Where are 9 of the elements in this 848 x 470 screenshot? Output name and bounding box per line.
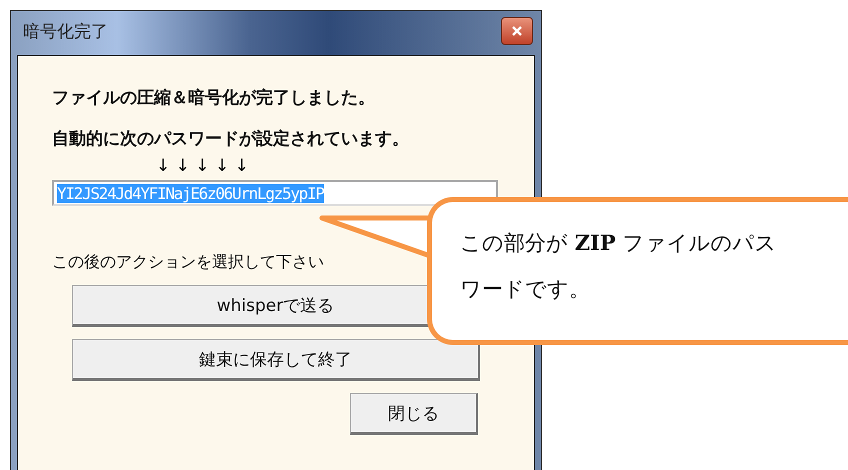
window-title: 暗号化完了: [23, 20, 108, 42]
close-button[interactable]: 閉じる: [350, 393, 478, 435]
action-button[interactable]: 鍵束に保存して終了: [72, 339, 480, 381]
arrows-text: ↓ ↓ ↓ ↓ ↓: [156, 156, 250, 176]
message-text: 自動的に次のパスワードが設定されています。: [52, 128, 410, 150]
close-icon: [512, 26, 522, 36]
message-text: ファイルの圧縮＆暗号化が完了しました。: [52, 87, 376, 109]
close-button[interactable]: [501, 17, 533, 45]
prompt-text: この後のアクションを選択して下さい: [52, 252, 324, 273]
